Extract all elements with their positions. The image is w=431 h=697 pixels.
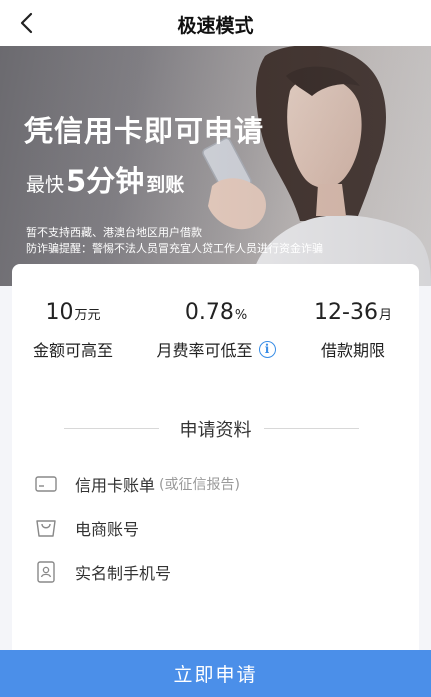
apply-now-button[interactable]: 立即申请 <box>0 650 431 697</box>
top-bar: 极速模式 <box>0 0 431 46</box>
stat-amount: 10万元 金额可高至 <box>32 300 113 360</box>
banner-headline: 凭信用卡即可申请 <box>24 114 265 148</box>
page-title: 极速模式 <box>177 15 254 37</box>
requirement-ecommerce: 电商账号 <box>34 515 139 541</box>
loan-stats-card: 10万元 金额可高至 0.78% 月费率可低至 i 12-36月 借款期限 <box>12 264 419 384</box>
shopping-bag-icon <box>34 516 58 540</box>
stat-rate: 0.78% 月费率可低至 i <box>151 300 281 361</box>
stat-term: 12-36月 借款期限 <box>314 300 392 360</box>
promo-banner: 凭信用卡即可申请 最快5分钟 到账 暂不支持西藏、港澳台地区用户借款 防诈骗提醒：… <box>0 46 431 286</box>
section-header: 申请资料 <box>12 416 419 441</box>
banner-subline: 最快5分钟 到账 <box>26 164 185 198</box>
region-notice: 暂不支持西藏、港澳台地区用户借款 <box>26 226 202 239</box>
phone-id-icon <box>34 560 58 584</box>
info-icon[interactable]: i <box>258 340 276 358</box>
requirement-credit-card: 信用卡账单 (或征信报告) <box>34 471 240 497</box>
section-title: 申请资料 <box>179 420 252 441</box>
fraud-warning: 防诈骗提醒：警惕不法人员冒充宜人贷工作人员进行资金诈骗 <box>26 242 323 255</box>
credit-card-icon <box>34 472 58 496</box>
application-materials: 申请资料 信用卡账单 (或征信报告) 电商账号 实名制手机号 <box>12 384 419 654</box>
requirement-phone: 实名制手机号 <box>34 559 171 585</box>
